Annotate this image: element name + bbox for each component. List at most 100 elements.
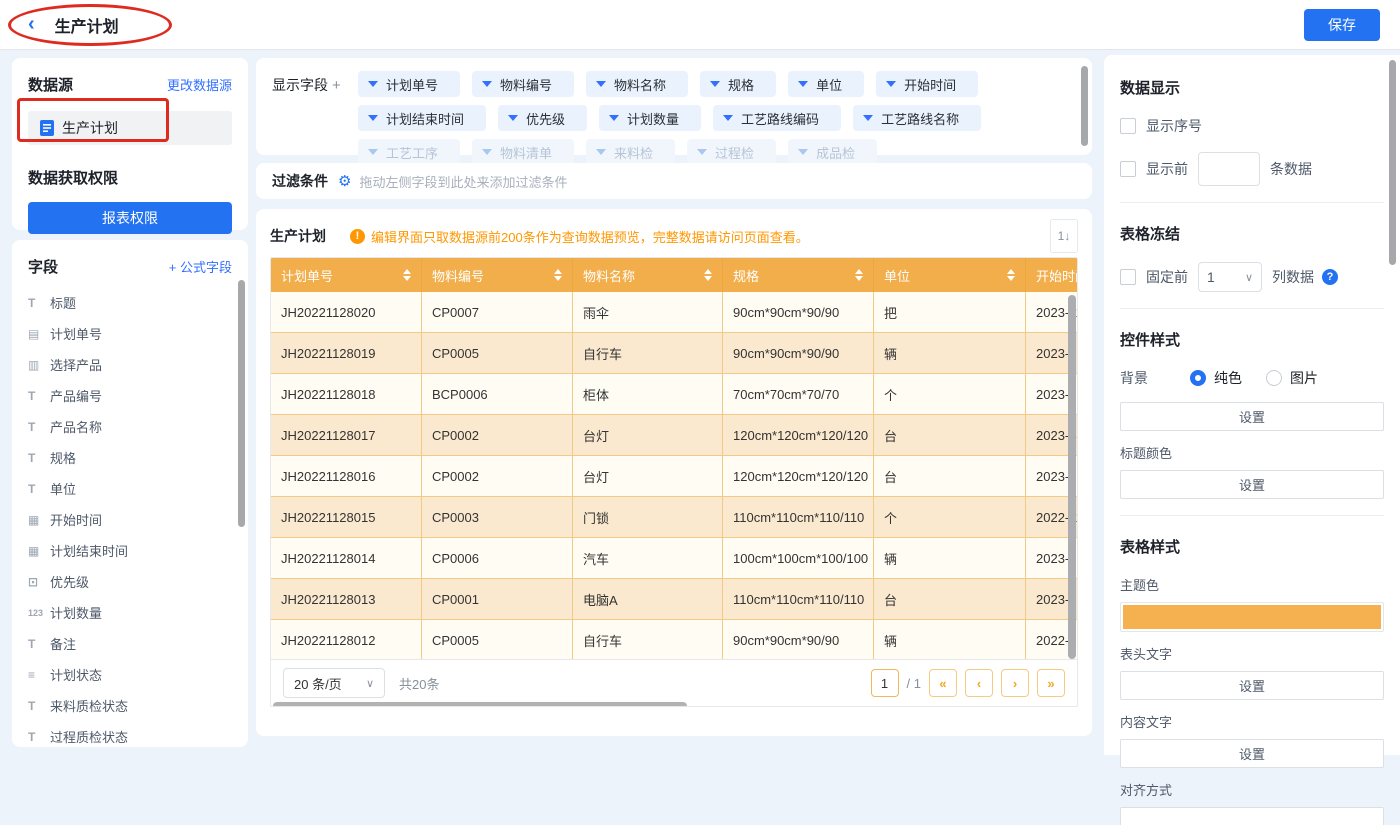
display-field-tag[interactable]: 规格 [700,71,776,97]
column-header[interactable]: 物料编号 [422,258,573,292]
display-field-tag[interactable]: 计划结束时间 [358,105,486,131]
display-field-tag[interactable]: 物料清单 [472,139,574,165]
change-datasource-link[interactable]: 更改数据源 [167,75,232,94]
field-item[interactable]: ▥选择产品 [28,349,232,380]
freeze-checkbox[interactable] [1120,269,1136,285]
last-page-button[interactable]: » [1037,669,1065,697]
content-text-set-button[interactable]: 设置 [1120,739,1384,768]
field-item[interactable]: T产品编号 [28,380,232,411]
theme-color-picker[interactable] [1120,602,1384,632]
field-item[interactable]: T产品名称 [28,411,232,442]
field-item[interactable]: T来料质检状态 [28,690,232,721]
fields-scrollbar[interactable] [238,280,245,527]
field-item[interactable]: 123计划数量 [28,597,232,628]
table-cell: 个 [874,374,1026,415]
show-first-input[interactable] [1198,152,1260,186]
show-first-checkbox[interactable] [1120,161,1136,177]
chevron-down-icon: ∨ [1245,271,1253,284]
freeze-count-select[interactable]: 1 ∨ [1198,262,1262,292]
column-header[interactable]: 物料名称 [573,258,723,292]
table-row[interactable]: JH20221128012CP0005自行车90cm*90cm*90/90辆20… [271,620,1077,661]
field-item[interactable]: T单位 [28,473,232,504]
sort-icon[interactable] [855,269,863,281]
field-item[interactable]: T过程质检状态 [28,721,232,752]
sort-asc-icon [403,269,411,274]
table-row[interactable]: JH20221128013CP0001电脑A110cm*110cm*110/11… [271,579,1077,620]
table-row[interactable]: JH20221128017CP0002台灯120cm*120cm*120/120… [271,415,1077,456]
background-set-button[interactable]: 设置 [1120,402,1384,431]
display-field-tag[interactable]: 物料名称 [586,71,688,97]
table-row[interactable]: JH20221128019CP0005自行车90cm*90cm*90/90辆20… [271,333,1077,374]
sort-icon[interactable] [704,269,712,281]
tag-label: 过程检 [715,143,754,162]
report-permission-button[interactable]: 报表权限 [28,202,232,234]
solid-color-radio[interactable] [1190,370,1206,386]
sort-icon[interactable] [554,269,562,281]
title-color-set-button[interactable]: 设置 [1120,470,1384,499]
table-cell: 120cm*120cm*120/120 [723,415,874,456]
save-button[interactable]: 保存 [1304,9,1380,41]
display-field-tag[interactable]: 工艺工序 [358,139,460,165]
image-radio[interactable] [1266,370,1282,386]
prev-page-button[interactable]: ‹ [965,669,993,697]
form-icon: ▤ [28,327,50,341]
display-field-tag[interactable]: 开始时间 [876,71,978,97]
display-field-tag[interactable]: 计划数量 [599,105,701,131]
first-page-button[interactable]: « [929,669,957,697]
table-row[interactable]: JH20221128015CP0003门锁110cm*110cm*110/110… [271,497,1077,538]
column-header[interactable]: 开始时间 [1026,258,1077,292]
field-item[interactable]: ▦开始时间 [28,504,232,535]
page-number-input[interactable] [871,669,899,697]
sort-icon[interactable] [1007,269,1015,281]
align-control[interactable] [1120,807,1384,825]
display-field-tag[interactable]: 单位 [788,71,864,97]
chevron-down-icon [508,115,518,121]
field-item[interactable]: T备注 [28,628,232,659]
help-icon[interactable]: ? [1322,269,1338,285]
table-cell: 台 [874,456,1026,497]
style-panel-scrollbar[interactable] [1389,60,1396,265]
field-item[interactable]: ⊡优先级 [28,566,232,597]
table-cell: JH20221128017 [271,415,422,456]
table-cell: 120cm*120cm*120/120 [723,456,874,497]
column-header[interactable]: 计划单号 [271,258,422,292]
field-item[interactable]: ≡计划状态 [28,659,232,690]
add-formula-field-link[interactable]: + 公式字段 [169,257,232,276]
field-item[interactable]: T标题 [28,287,232,318]
field-item[interactable]: ▦计划结束时间 [28,535,232,566]
next-page-button[interactable]: › [1001,669,1029,697]
gear-icon[interactable]: ⚙ [338,172,351,190]
column-header[interactable]: 单位 [874,258,1026,292]
table-cell: JH20221128016 [271,456,422,497]
filter-card[interactable]: 过滤条件 ⚙ 拖动左侧字段到此处来添加过滤条件 [256,163,1092,199]
add-display-field-icon[interactable]: + [332,77,341,94]
display-field-tag[interactable]: 成品检 [788,139,877,165]
chevron-down-icon [596,81,606,87]
show-index-checkbox[interactable] [1120,118,1136,134]
table-row[interactable]: JH20221128020CP0007雨伞90cm*90cm*90/90把202… [271,292,1077,333]
column-header[interactable]: 规格 [723,258,874,292]
display-field-tag[interactable]: 过程检 [687,139,776,165]
tag-label: 物料编号 [500,75,552,94]
fields-title: 字段 [28,256,58,277]
back-icon[interactable]: ‹ [28,13,35,36]
table-row[interactable]: JH20221128014CP0006汽车100cm*100cm*100/100… [271,538,1077,579]
display-field-tag[interactable]: 工艺路线编码 [713,105,841,131]
header-text-set-button[interactable]: 设置 [1120,671,1384,700]
display-fields-scrollbar[interactable] [1081,66,1088,146]
display-field-tag[interactable]: 来料检 [586,139,675,165]
table-row[interactable]: JH20221128018BCP0006柜体70cm*70cm*70/70个20… [271,374,1077,415]
field-item[interactable]: T规格 [28,442,232,473]
datasource-item[interactable]: 生产计划 [28,111,232,145]
display-field-tag[interactable]: 计划单号 [358,71,460,97]
display-field-tag[interactable]: 物料编号 [472,71,574,97]
table-row[interactable]: JH20221128016CP0002台灯120cm*120cm*120/120… [271,456,1077,497]
table-vertical-scrollbar[interactable] [1068,295,1076,659]
display-field-tag[interactable]: 工艺路线名称 [853,105,981,131]
sort-icon[interactable] [403,269,411,281]
display-field-tag[interactable]: 优先级 [498,105,587,131]
field-item[interactable]: ▤计划单号 [28,318,232,349]
page-size-select[interactable]: 20 条/页 ∨ [283,668,385,698]
table-horizontal-scrollbar[interactable] [273,702,687,707]
sort-tool-button[interactable]: 1↓ [1050,219,1078,253]
